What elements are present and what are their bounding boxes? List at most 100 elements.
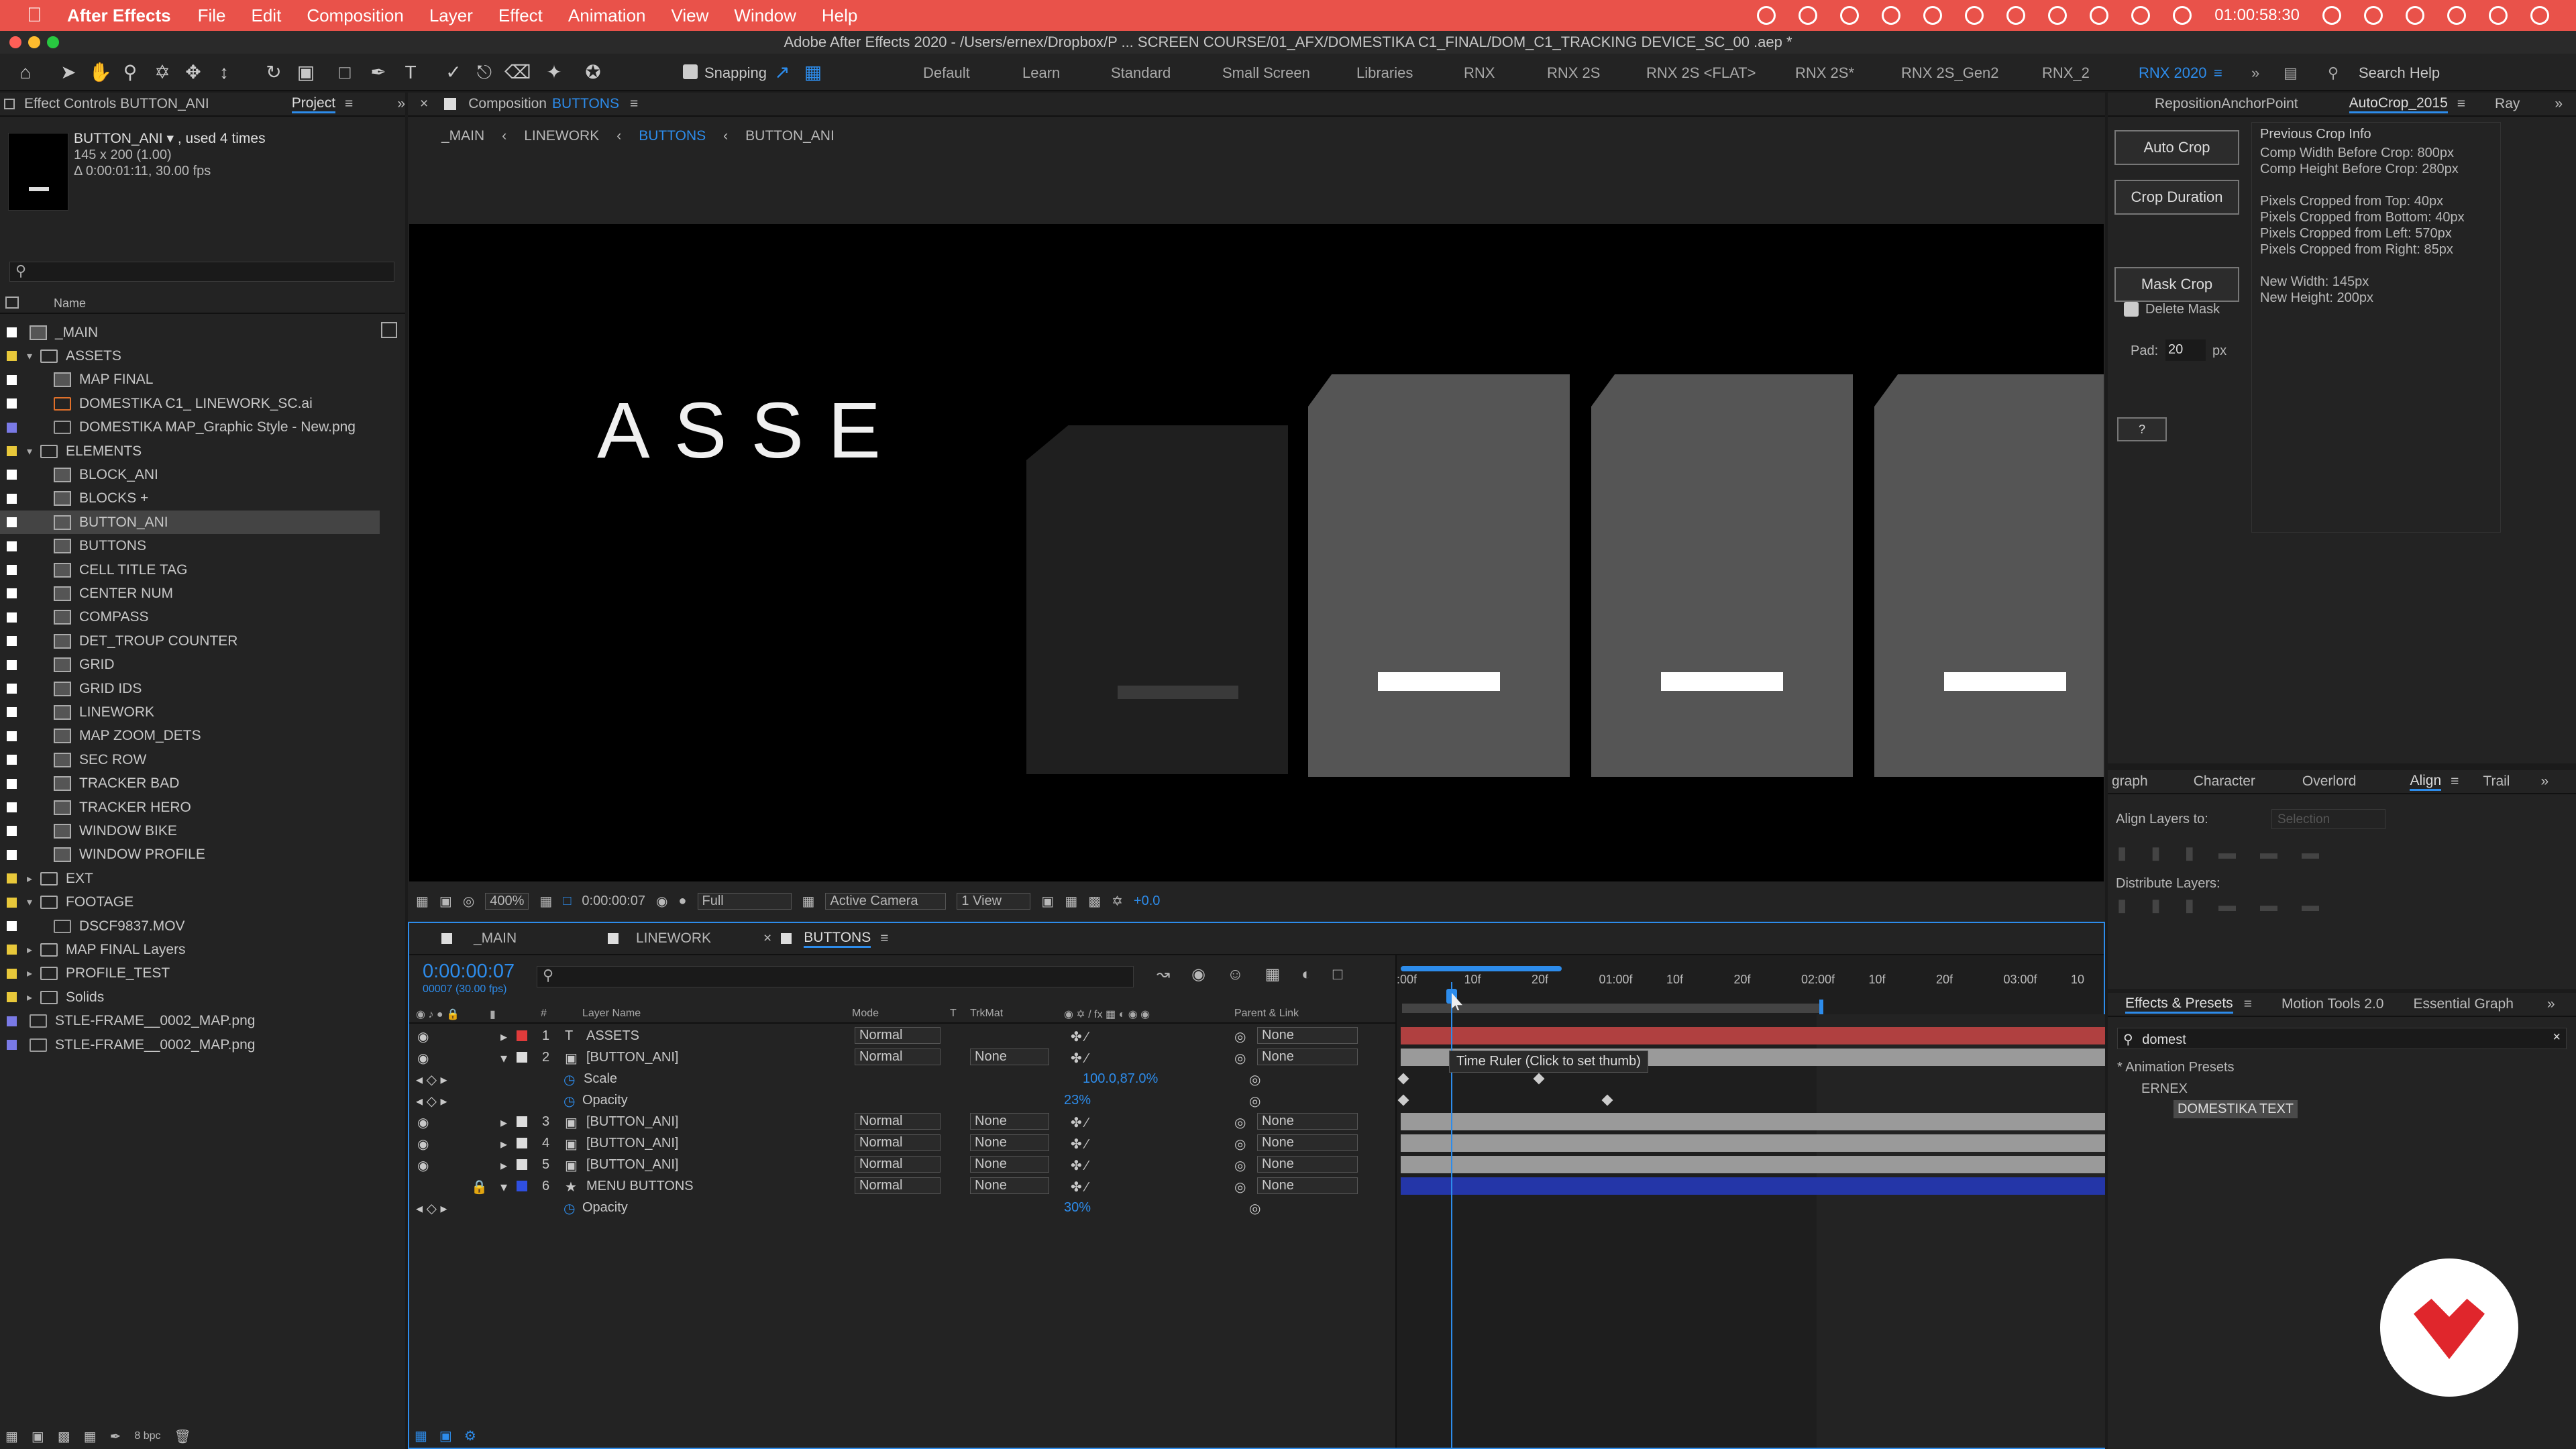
pick-whip-icon[interactable]: ◎ xyxy=(1234,1028,1246,1045)
tab-overlord[interactable]: Overlord xyxy=(2302,773,2357,790)
region-icon[interactable]: □ xyxy=(563,894,571,909)
transparency-icon[interactable]: ▦ xyxy=(802,893,815,910)
label-column-icon[interactable] xyxy=(5,297,19,309)
frame-blending-icon[interactable]: ▦ xyxy=(1265,965,1281,984)
list-item[interactable]: ▸ MAP FINAL Layers xyxy=(0,938,402,961)
list-item[interactable]: MAP FINAL xyxy=(0,368,402,392)
bluetooth-icon[interactable] xyxy=(2406,6,2424,25)
camera-icon[interactable]: ◉ xyxy=(656,893,667,910)
crop-duration-button[interactable]: Crop Duration xyxy=(2114,180,2239,215)
property-row[interactable]: ◂ ◇ ▸ ◷ Opacity 23% ◎ xyxy=(409,1089,1395,1111)
list-item[interactable]: BUTTON_ANI xyxy=(0,511,380,535)
dist-hcenter-icon[interactable]: ▬ xyxy=(2260,895,2277,916)
battery-icon[interactable] xyxy=(2447,6,2466,25)
keyframe-nav-icon[interactable]: ◂ ◇ ▸ xyxy=(416,1071,447,1088)
label-color-swatch[interactable] xyxy=(7,968,17,979)
expand-layer-icon[interactable]: ▸ xyxy=(500,1157,507,1174)
list-item[interactable]: GRID xyxy=(0,653,402,677)
tab-effects-presets[interactable]: Effects & Presets xyxy=(2125,996,2233,1014)
align-right-icon[interactable]: ▮ xyxy=(2185,843,2194,863)
home-icon[interactable]: ⌂ xyxy=(15,62,36,83)
status-icon[interactable] xyxy=(2006,6,2026,25)
new-folder-icon[interactable]: ▣ xyxy=(32,1428,44,1445)
layer-switches-icons[interactable]: ✤ ⁄ xyxy=(1071,1157,1088,1174)
grid-icon[interactable]: ▦ xyxy=(539,893,552,910)
status-icon[interactable] xyxy=(1882,6,1901,25)
label-color-swatch[interactable] xyxy=(7,588,17,599)
pen-tool-icon[interactable]: ✒ xyxy=(368,62,389,83)
comp-lock-icon[interactable] xyxy=(444,98,457,110)
list-item[interactable]: COMPASS xyxy=(0,606,402,629)
list-item[interactable]: DOMESTIKA C1_ LINEWORK_SC.ai xyxy=(0,392,402,415)
label-color-swatch[interactable] xyxy=(517,1030,527,1041)
type-tool-icon[interactable]: T xyxy=(400,62,421,83)
tab-reposition-anchor[interactable]: RepositionAnchorPoint xyxy=(2155,96,2298,112)
layer-name[interactable]: MENU BUTTONS xyxy=(586,1179,694,1194)
lock-icon[interactable]: 🔒 xyxy=(471,1179,488,1195)
lock-icon[interactable] xyxy=(4,99,15,109)
pad-input[interactable]: 20 xyxy=(2165,339,2206,361)
label-color-swatch[interactable] xyxy=(7,1040,17,1050)
expand-layer-icon[interactable]: ▸ xyxy=(500,1028,507,1045)
table-row[interactable]: ◉ ▸ 4 ▣ [BUTTON_ANI] Normal None ✤ ⁄ ◎ None xyxy=(409,1132,1395,1154)
list-item[interactable]: CENTER NUM xyxy=(0,582,402,605)
expand-effects-icon[interactable]: » xyxy=(2547,996,2555,1012)
keyframe-icon[interactable] xyxy=(1601,1094,1613,1106)
workspace-rnx-2[interactable]: RNX_2 xyxy=(2042,64,2090,82)
layer-name[interactable]: [BUTTON_ANI] xyxy=(586,1050,678,1065)
label-color-swatch[interactable] xyxy=(7,541,17,551)
bit-depth-label[interactable]: 8 bpc xyxy=(134,1430,160,1442)
status-icon[interactable] xyxy=(1757,6,1776,25)
visibility-icon[interactable]: ◉ xyxy=(417,1114,429,1131)
dist-left-icon[interactable]: ▬ xyxy=(2218,895,2236,916)
list-item[interactable]: DOMESTIKA MAP_Graphic Style - New.png xyxy=(0,416,402,439)
timeline-icon[interactable]: ▦ xyxy=(1065,893,1077,910)
workspace-rnx[interactable]: RNX xyxy=(1464,64,1495,82)
views-dropdown[interactable]: 1 View xyxy=(957,892,1031,910)
keyframe-icon[interactable] xyxy=(1533,1073,1545,1085)
effects-menu-icon[interactable]: ≡ xyxy=(2244,996,2252,1012)
layer-switches-icons[interactable]: ✤ ⁄ xyxy=(1071,1136,1088,1152)
resolution-dropdown[interactable]: Full xyxy=(697,892,792,910)
layer-bar[interactable] xyxy=(1401,1156,2105,1173)
list-item[interactable]: TRACKER BAD xyxy=(0,772,402,796)
graph-editor-icon[interactable]: □ xyxy=(1333,965,1343,984)
auto-crop-button[interactable]: Auto Crop xyxy=(2114,130,2239,165)
mode-dropdown[interactable]: Normal xyxy=(855,1027,941,1044)
tab-linework[interactable]: LINEWORK xyxy=(636,930,763,947)
trash-icon[interactable]: 🗑 xyxy=(174,1428,191,1445)
label-color-swatch[interactable] xyxy=(7,636,17,647)
property-value[interactable]: 100.0,87.0% xyxy=(1083,1071,1158,1087)
motion-blur-icon[interactable]: ◐ xyxy=(1301,965,1311,984)
label-color-swatch[interactable] xyxy=(7,470,17,480)
expand-layer-icon[interactable]: ▸ xyxy=(500,1136,507,1152)
menu-edit[interactable]: Edit xyxy=(252,5,282,26)
menu-effect[interactable]: Effect xyxy=(498,5,543,26)
parent-dropdown[interactable]: None xyxy=(1257,1177,1358,1194)
snap-edges-icon[interactable]: ↗ xyxy=(771,62,793,83)
interpret-footage-icon[interactable]: ▦ xyxy=(5,1428,18,1445)
label-col-icon[interactable]: ▮ xyxy=(490,1008,496,1021)
list-item[interactable]: BUTTONS xyxy=(0,535,402,558)
chevron-down-icon[interactable]: ▾ xyxy=(27,896,40,909)
layer-bar[interactable] xyxy=(1401,1134,2105,1152)
tab-autocrop[interactable]: AutoCrop_2015 xyxy=(2349,95,2448,113)
stopwatch-icon[interactable]: ◷ xyxy=(564,1093,575,1110)
layer-switches-icons[interactable]: ✤ ⁄ xyxy=(1071,1179,1088,1195)
label-color-swatch[interactable] xyxy=(7,327,17,337)
timeline-timecode[interactable]: 0:00:00:07 xyxy=(423,961,515,983)
table-row[interactable]: ◉ ▸ 1 T ASSETS Normal ✤ ⁄ ◎ None xyxy=(409,1025,1395,1046)
workspace-small-screen[interactable]: Small Screen xyxy=(1222,64,1310,82)
tab-ray[interactable]: Ray xyxy=(2495,96,2520,112)
list-item[interactable]: ▾ ELEMENTS xyxy=(0,439,402,463)
chevron-down-icon[interactable]: ▾ xyxy=(27,445,40,458)
draft-3d-icon[interactable]: ◉ xyxy=(1191,965,1205,984)
label-color-swatch[interactable] xyxy=(7,873,17,884)
workspace-rnx-2s-gen2[interactable]: RNX 2S_Gen2 xyxy=(1901,64,1999,82)
dist-vcenter-icon[interactable]: ▮ xyxy=(2151,895,2160,916)
tree-animation-presets[interactable]: * Animation Presets xyxy=(2117,1060,2235,1075)
pick-whip-icon[interactable]: ◎ xyxy=(1234,1157,1246,1174)
label-color-swatch[interactable] xyxy=(7,446,17,456)
mask-crop-button[interactable]: Mask Crop xyxy=(2114,267,2239,302)
layer-switches-icons[interactable]: ✤ ⁄ xyxy=(1071,1114,1088,1131)
